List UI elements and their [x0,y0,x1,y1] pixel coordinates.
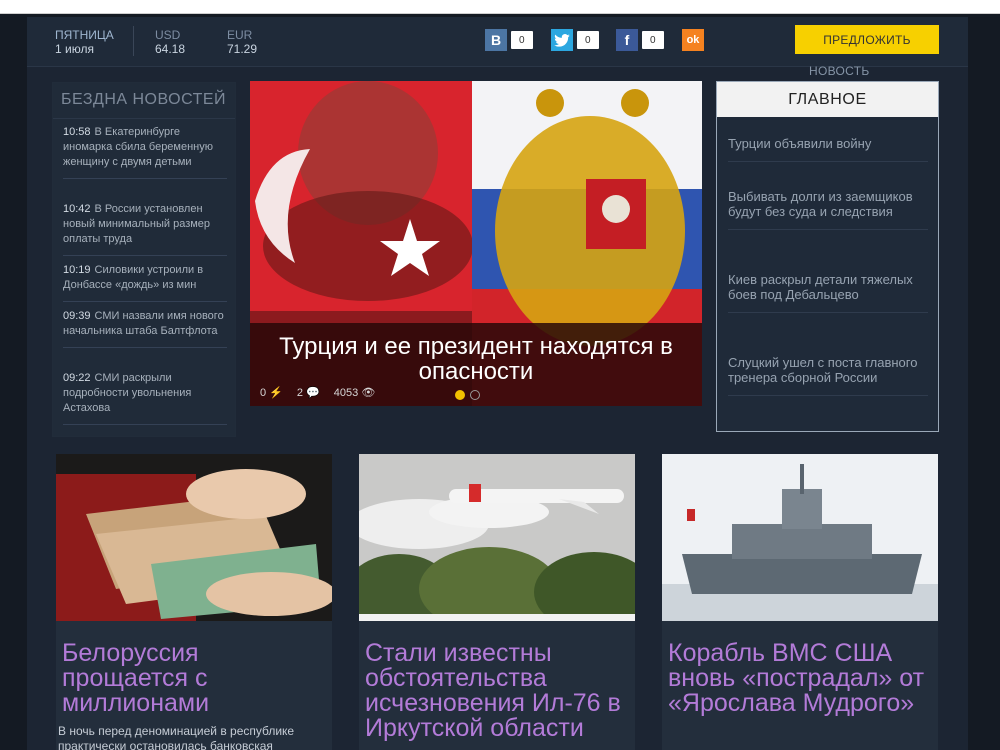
twitter-icon[interactable] [551,29,573,51]
share-count: 0 [511,31,533,49]
main-news-item[interactable]: Киев раскрыл детали тяжелых боев под Деб… [728,272,928,313]
slider-dots [455,390,480,400]
news-time: 10:42 [63,203,91,215]
share-facebook[interactable]: f 0 [616,29,664,51]
currency-code: USD [155,28,181,42]
card-excerpt: В ночь перед деноминацией в республике п… [58,724,295,750]
slider-dot[interactable] [470,390,480,400]
news-feed-item[interactable]: 10:58 В Екатеринбурге иномарка сбила бере… [63,125,227,179]
hero-title[interactable]: Турция и ее президент находятся в опасно… [250,334,702,384]
share-twitter[interactable]: 0 [551,29,599,51]
share-count: 0 [577,31,599,49]
hero-slider[interactable]: Турция и ее президент находятся в опасно… [250,81,702,406]
share-odnoklassniki[interactable]: ok [682,29,704,51]
main-news-item[interactable]: Выбивать долги из заемщиков будут без су… [728,189,928,230]
card-image[interactable] [56,454,332,621]
news-card[interactable]: Белоруссия прощается с миллионами В ночь… [56,454,332,750]
share-stat: 0 ⚡ [260,387,283,399]
odnoklassniki-icon[interactable]: ok [682,29,704,51]
date-block: ПЯТНИЦА 1 июля [55,28,114,56]
news-card[interactable]: Стали известны обстоятельства исчезновен… [359,454,635,750]
day-of-week: ПЯТНИЦА [55,28,114,42]
comment-icon: 💬 [306,387,320,399]
comment-stat: 2 💬 [296,387,320,399]
slider-dot-active[interactable] [455,390,465,400]
sidebar-title: БЕЗДНА НОВОСТЕЙ [53,83,235,119]
news-feed-sidebar: БЕЗДНА НОВОСТЕЙ 10:58 В Екатеринбурге ино… [52,82,236,437]
suggest-news-button[interactable]: ПРЕДЛОЖИТЬ [795,25,939,54]
card-image[interactable] [359,454,635,621]
eye-icon: 👁 [361,387,376,399]
news-feed-item[interactable]: 09:39 СМИ назвали имя нового начальника ш… [63,309,227,348]
news-time: 10:58 [63,126,91,138]
currency-value: 71.29 [227,42,258,56]
main-news-item[interactable]: Турции объявили войну [728,136,928,162]
currency-usd: USD 64.18 [155,28,185,56]
currency-code: EUR [227,28,253,42]
news-feed-item[interactable]: 10:42 В России установлен новый минимальн… [63,202,227,256]
main-news-item[interactable]: Слуцкий ушел с поста главного тренера сб… [728,355,928,396]
hero-stats: 0 ⚡ 2 💬 4053 👁 [260,386,375,399]
share-vk[interactable]: В 0 [485,29,533,51]
news-feed-item[interactable]: 09:22 СМИ раскрыли подробности увольнения… [63,371,227,425]
news-time: 09:39 [63,310,91,322]
card-title[interactable]: Стали известны обстоятельства исчезновен… [365,641,633,741]
lightning-icon: ⚡ [269,387,283,399]
news-feed-item[interactable]: 10:19 Силовики устроили в Донбассе «дождь… [63,263,227,302]
vk-icon[interactable]: В [485,29,507,51]
card-image[interactable] [662,454,938,621]
date-text: 1 июля [55,42,94,56]
view-stat: 4053 👁 [333,387,376,399]
card-title[interactable]: Белоруссия прощается с миллионами [62,641,330,716]
main-news-panel: ГЛАВНОЕ Турции объявили войну Выбивать д… [716,81,939,432]
main-news-title: ГЛАВНОЕ [717,82,938,117]
news-time: 10:19 [63,264,91,276]
currency-eur: EUR 71.29 [227,28,257,56]
news-time: 09:22 [63,372,91,384]
news-card[interactable]: Корабль ВМС США вновь «пострадал» от «Яр… [662,454,938,750]
browser-top-strip [0,0,1000,14]
facebook-icon[interactable]: f [616,29,638,51]
share-count: 0 [642,31,664,49]
suggest-news-subtitle[interactable]: НОВОСТЬ [809,64,870,78]
site-header: ПЯТНИЦА 1 июля USD 64.18 EUR 71.29 В 0 0… [27,17,968,67]
currency-value: 64.18 [155,42,186,56]
divider [133,26,134,56]
card-title[interactable]: Корабль ВМС США вновь «пострадал» от «Яр… [668,641,936,716]
